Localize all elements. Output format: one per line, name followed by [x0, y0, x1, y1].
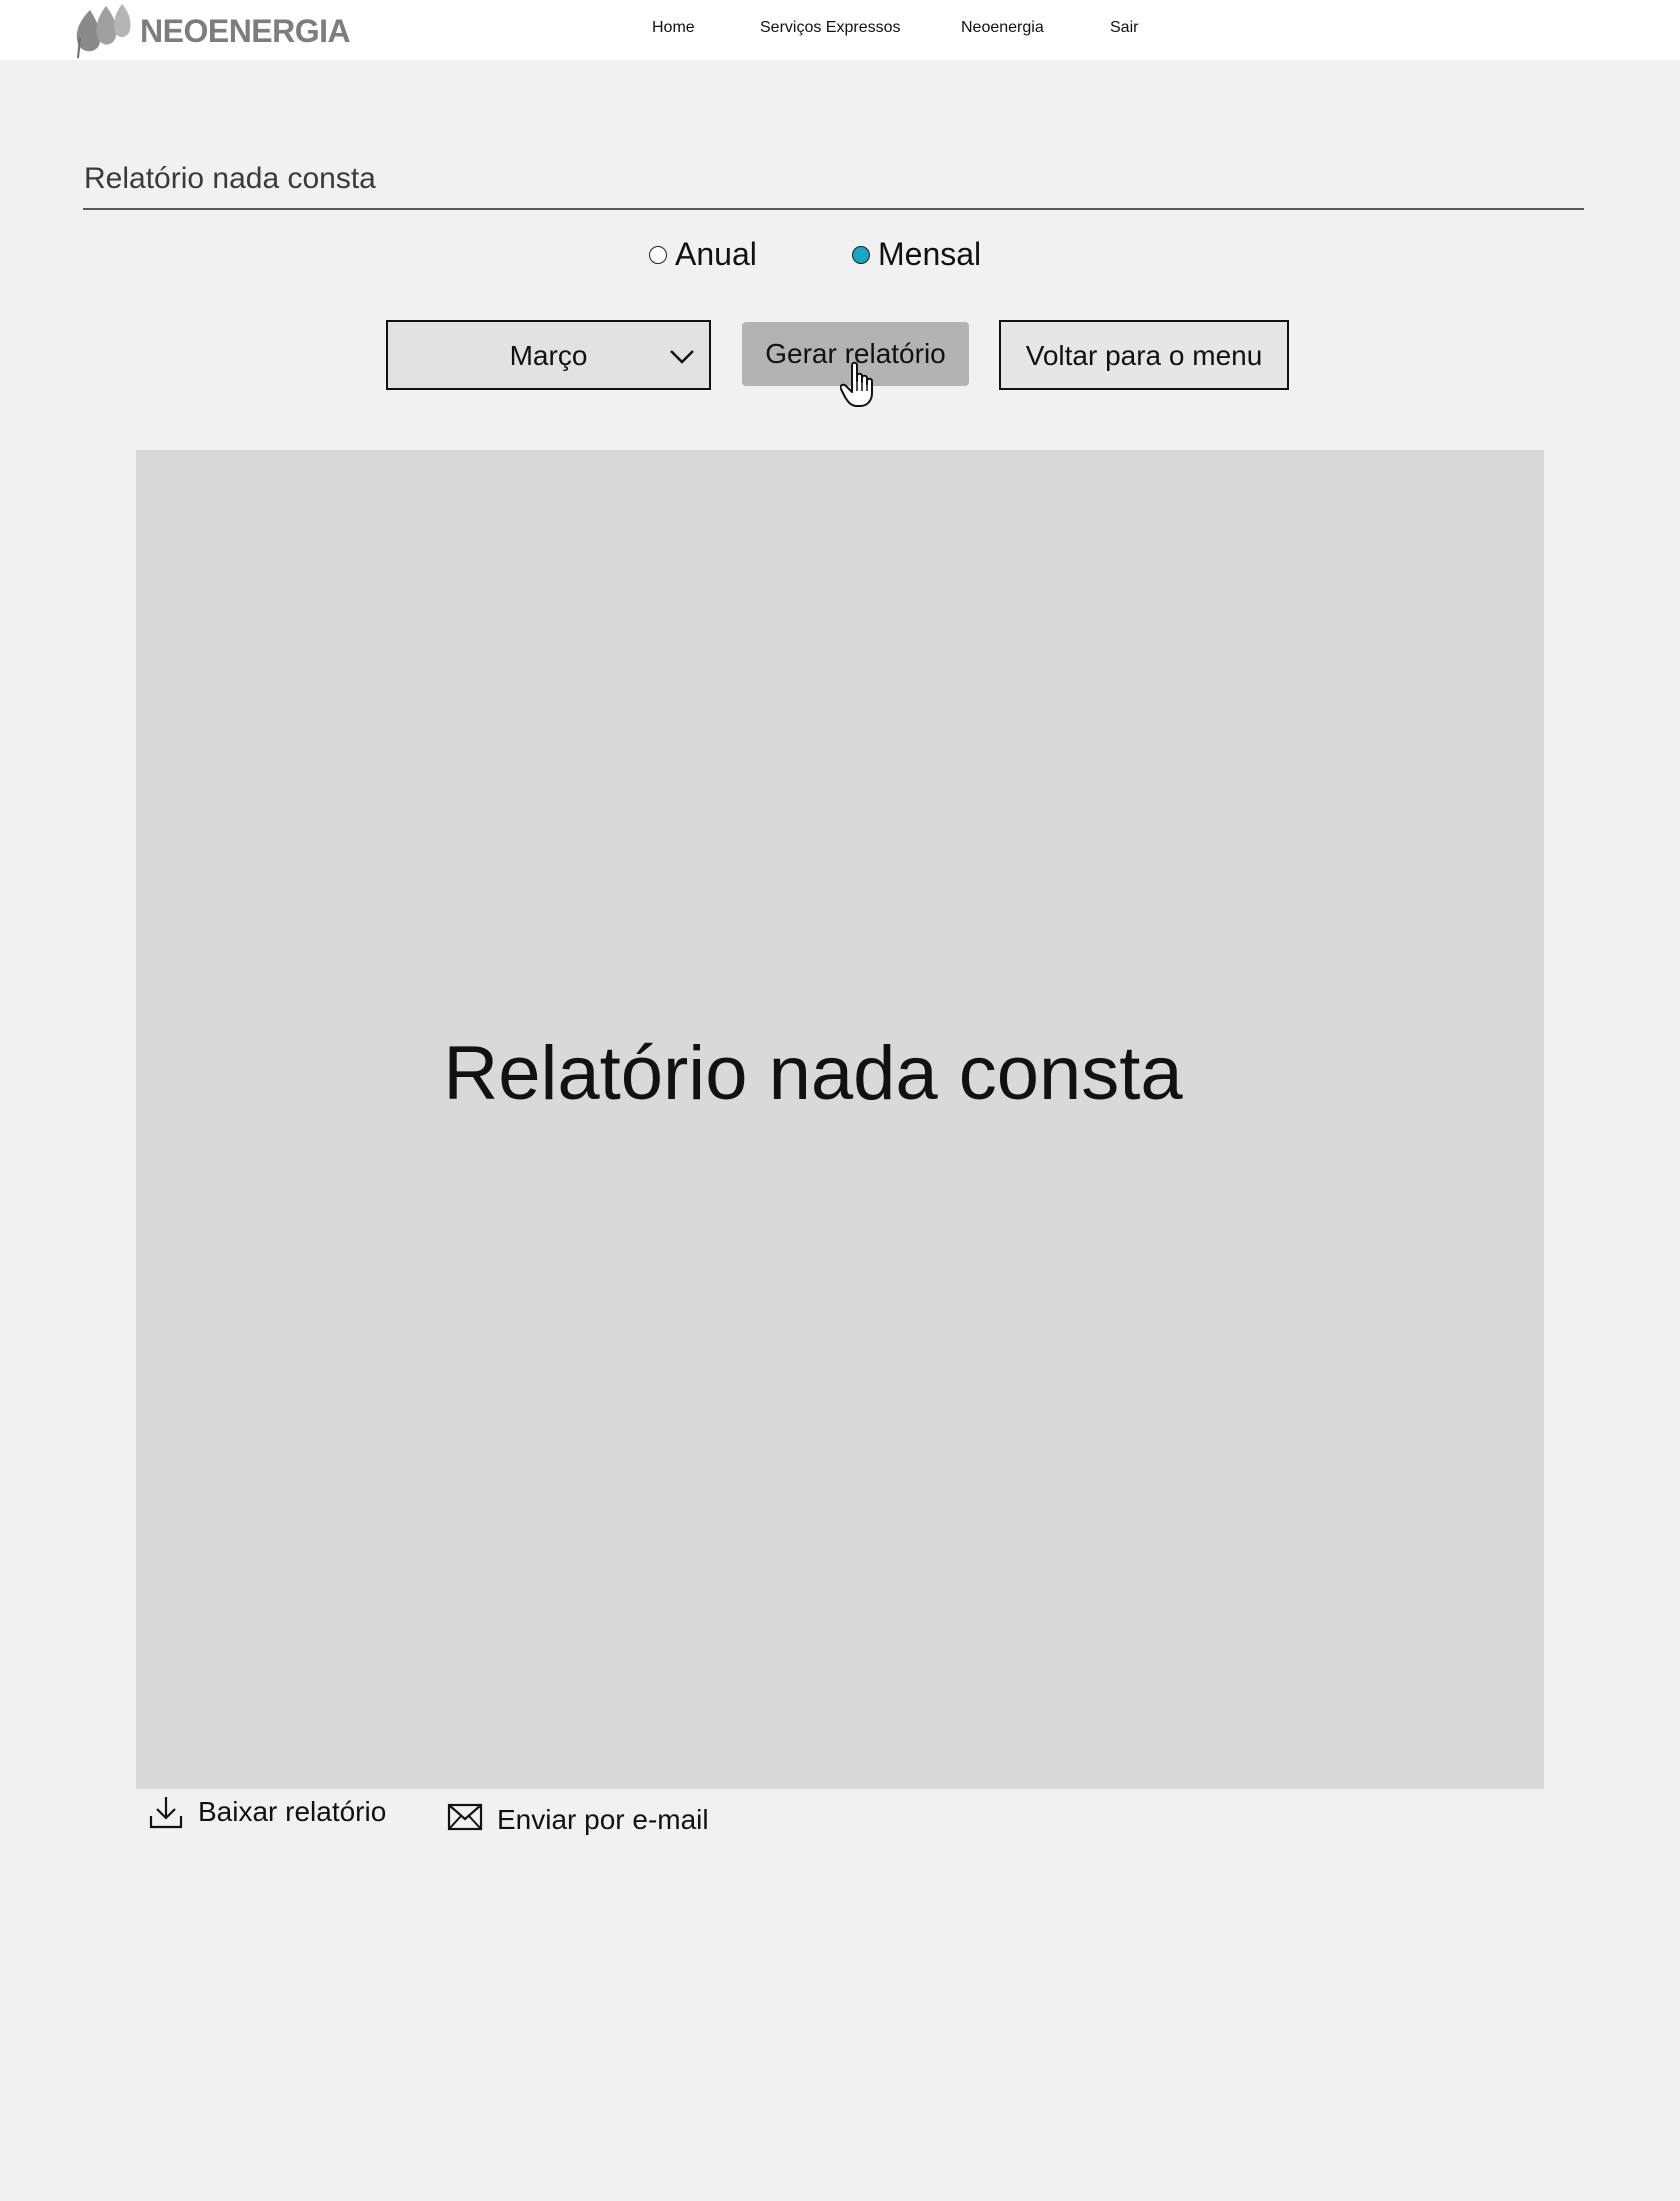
radio-anual[interactable]: Anual: [649, 236, 757, 273]
nav-neoenergia[interactable]: Neoenergia: [961, 19, 1044, 37]
radio-anual-label: Anual: [675, 236, 757, 272]
download-report-label: Baixar relatório: [198, 1796, 387, 1827]
leaf-logo-icon: [76, 4, 131, 58]
radio-mensal-label: Mensal: [878, 236, 982, 272]
hand-pointer-icon: [840, 361, 873, 407]
radio-anual-circle[interactable]: [649, 245, 667, 264]
send-email-button[interactable]: Enviar por e-mail: [447, 1798, 709, 1836]
heading-divider: [83, 208, 1584, 210]
page-title: Relatório nada consta: [84, 162, 376, 195]
radio-mensal[interactable]: Mensal: [852, 236, 981, 273]
nav-servicos-expressos[interactable]: Serviços Expressos: [760, 19, 901, 37]
top-navigation-bar: NEOENERGIA Home Serviços Expressos Neoen…: [0, 0, 1680, 60]
brand-name: NEOENERGIA: [140, 12, 351, 49]
radio-mensal-circle[interactable]: [852, 245, 870, 264]
download-report-button[interactable]: Baixar relatório: [148, 1794, 386, 1830]
report-preview: Relatório nada consta: [136, 450, 1544, 1789]
nav-sair[interactable]: Sair: [1110, 19, 1138, 37]
brand-logo[interactable]: NEOENERGIA: [72, 0, 351, 60]
month-select[interactable]: Março: [386, 320, 711, 390]
chevron-down-icon: [670, 350, 694, 364]
back-to-menu-label: Voltar para o menu: [1025, 340, 1263, 371]
send-email-label: Enviar por e-mail: [497, 1804, 709, 1835]
envelope-icon: [447, 1803, 483, 1831]
back-to-menu-button[interactable]: Voltar para o menu: [999, 320, 1289, 390]
nav-home[interactable]: Home: [652, 19, 695, 37]
report-preview-title: Relatório nada consta: [443, 1031, 1183, 1116]
download-icon: [149, 1797, 183, 1829]
month-select-value: Março: [509, 340, 588, 371]
